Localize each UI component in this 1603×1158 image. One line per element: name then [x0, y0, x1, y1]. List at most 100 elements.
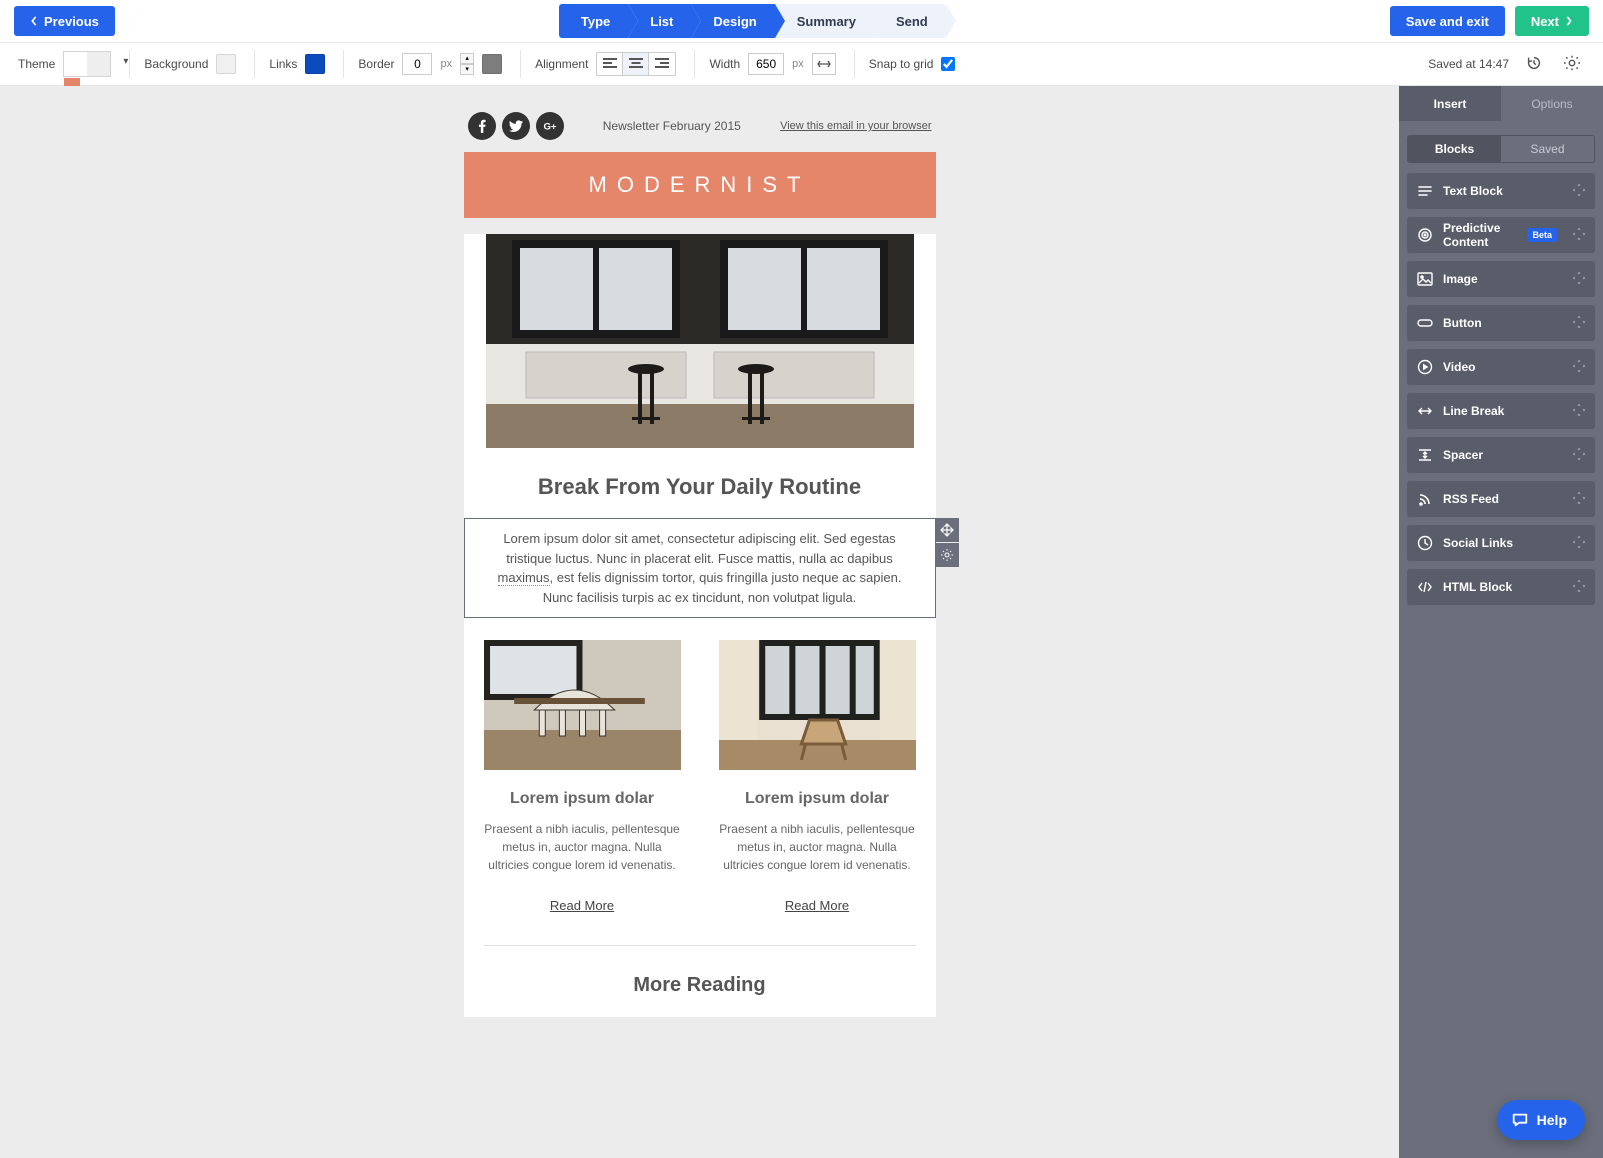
code-icon: [1417, 579, 1433, 595]
block-button[interactable]: Button: [1407, 305, 1595, 341]
settings-button[interactable]: [1559, 50, 1585, 79]
drag-icon: [1573, 228, 1585, 243]
theme-swatch[interactable]: ▾: [63, 51, 111, 77]
align-center-button[interactable]: [623, 53, 649, 75]
width-expand-button[interactable]: [812, 53, 836, 75]
twitter-icon[interactable]: [502, 112, 530, 140]
border-color-swatch[interactable]: [482, 54, 502, 74]
selected-text-block[interactable]: Lorem ipsum dolor sit amet, consectetur …: [464, 518, 936, 618]
align-right-icon: [655, 58, 669, 70]
block-spacer[interactable]: Spacer: [1407, 437, 1595, 473]
block-predictive[interactable]: Predictive Content Beta: [1407, 217, 1595, 253]
drag-icon: [1573, 448, 1585, 463]
column-2-readmore-link[interactable]: Read More: [785, 898, 849, 913]
help-label: Help: [1537, 1112, 1567, 1128]
expand-horizontal-icon: [817, 59, 831, 69]
svg-text:G+: G+: [543, 122, 556, 133]
video-icon: [1417, 359, 1433, 375]
width-label: Width: [709, 57, 740, 71]
align-center-icon: [629, 58, 643, 70]
chevron-left-icon: [30, 16, 38, 26]
block-social[interactable]: Social Links: [1407, 525, 1595, 561]
main-heading: Break From Your Daily Routine: [464, 474, 936, 500]
subtab-saved[interactable]: Saved: [1501, 136, 1594, 162]
brand-text: MODERNIST: [589, 172, 811, 198]
step-type[interactable]: Type: [559, 4, 628, 38]
drag-icon: [1573, 580, 1585, 595]
drag-icon: [1573, 360, 1585, 375]
tab-options[interactable]: Options: [1501, 86, 1603, 121]
links-swatch[interactable]: [305, 54, 325, 74]
wizard-steps: Type List Design Summary Send: [559, 4, 946, 38]
image-icon: [1417, 271, 1433, 287]
alignment-label: Alignment: [535, 57, 588, 71]
spacer-icon: [1417, 447, 1433, 463]
newsletter-title: Newsletter February 2015: [564, 119, 781, 133]
facebook-icon[interactable]: [468, 112, 496, 140]
block-rss[interactable]: RSS Feed: [1407, 481, 1595, 517]
block-html[interactable]: HTML Block: [1407, 569, 1595, 605]
block-linebreak[interactable]: Line Break: [1407, 393, 1595, 429]
border-label: Border: [358, 57, 394, 71]
button-icon: [1417, 315, 1433, 331]
move-icon: [940, 523, 954, 537]
drag-icon: [1573, 272, 1585, 287]
block-text[interactable]: Text Block: [1407, 173, 1595, 209]
chat-icon: [1511, 1111, 1529, 1129]
width-input[interactable]: [748, 53, 784, 75]
subtab-blocks[interactable]: Blocks: [1408, 136, 1501, 162]
column-2-body: Praesent a nibh iaculis, pellentesque me…: [719, 820, 916, 874]
align-right-button[interactable]: [649, 53, 675, 75]
column-1: Lorem ipsum dolar Praesent a nibh iaculi…: [484, 640, 681, 913]
block-move-button[interactable]: [935, 518, 959, 542]
chevron-down-icon: ▾: [123, 56, 128, 67]
canvas[interactable]: G+ Newsletter February 2015 View this em…: [0, 86, 1399, 1158]
column-2-title: Lorem ipsum dolar: [719, 790, 916, 808]
border-step-down[interactable]: ▾: [460, 64, 474, 75]
background-label: Background: [144, 57, 208, 71]
snap-to-grid-checkbox[interactable]: [941, 57, 955, 71]
border-width-input[interactable]: [402, 53, 432, 75]
block-video[interactable]: Video: [1407, 349, 1595, 385]
drag-icon: [1573, 404, 1585, 419]
border-unit: px: [440, 58, 452, 70]
next-label: Next: [1531, 14, 1559, 29]
save-and-exit-button[interactable]: Save and exit: [1390, 6, 1505, 36]
previous-button[interactable]: Previous: [14, 6, 115, 36]
tab-insert[interactable]: Insert: [1399, 86, 1501, 121]
history-button[interactable]: [1521, 50, 1547, 79]
brand-banner: MODERNIST: [464, 152, 936, 218]
column-2-image[interactable]: [719, 640, 916, 770]
column-1-readmore-link[interactable]: Read More: [550, 898, 614, 913]
googleplus-icon[interactable]: G+: [536, 112, 564, 140]
linebreak-icon: [1417, 403, 1433, 419]
beta-badge: Beta: [1527, 228, 1557, 242]
more-reading-heading: More Reading: [464, 974, 936, 997]
view-in-browser-link[interactable]: View this email in your browser: [780, 120, 931, 132]
step-design[interactable]: Design: [691, 4, 774, 38]
body-paragraph: Lorem ipsum dolor sit amet, consectetur …: [483, 529, 917, 607]
background-swatch[interactable]: [216, 54, 236, 74]
block-image[interactable]: Image: [1407, 261, 1595, 297]
saved-at-text: Saved at 14:47: [1428, 57, 1509, 71]
drag-icon: [1573, 536, 1585, 551]
border-step-up[interactable]: ▴: [460, 53, 474, 64]
width-unit: px: [792, 58, 804, 70]
next-button[interactable]: Next: [1515, 6, 1589, 36]
block-settings-button[interactable]: [935, 543, 959, 567]
target-icon: [1417, 227, 1433, 243]
text-icon: [1417, 183, 1433, 199]
help-widget[interactable]: Help: [1497, 1100, 1585, 1140]
column-1-image[interactable]: [484, 640, 681, 770]
divider: [484, 945, 916, 946]
history-icon: [1525, 54, 1543, 72]
sidebar: Insert Options Blocks Saved Text Block P…: [1399, 86, 1603, 1158]
hero-image[interactable]: [486, 234, 914, 448]
step-send[interactable]: Send: [874, 4, 946, 38]
drag-icon: [1573, 184, 1585, 199]
email-preview: G+ Newsletter February 2015 View this em…: [464, 112, 936, 1118]
step-summary[interactable]: Summary: [775, 4, 874, 38]
align-left-button[interactable]: [597, 53, 623, 75]
previous-label: Previous: [44, 14, 99, 29]
theme-label: Theme: [18, 57, 55, 71]
